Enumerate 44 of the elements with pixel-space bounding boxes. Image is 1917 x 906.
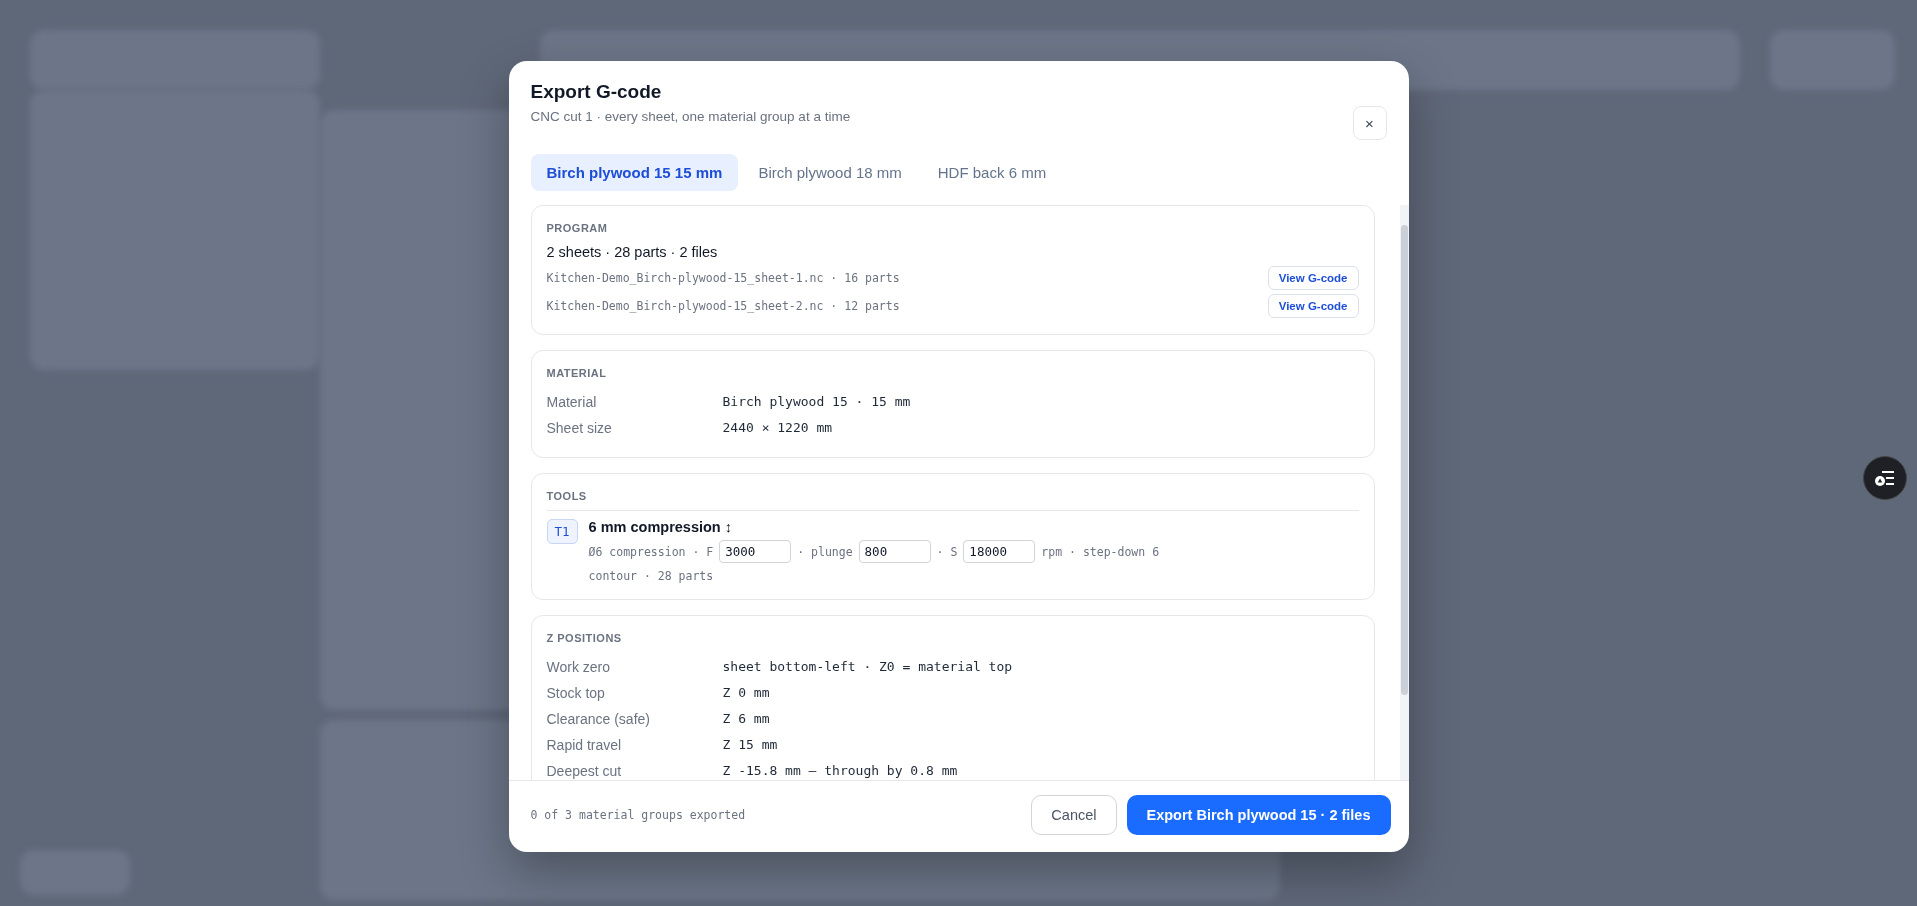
- field-value: Birch plywood 15 · 15 mm: [722, 394, 912, 410]
- material-tab[interactable]: Birch plywood 15 15 mm: [530, 154, 739, 191]
- material-tab[interactable]: HDF back 6 mm: [921, 154, 1063, 191]
- field-value: Z 15 mm: [722, 737, 779, 753]
- field-value: sheet bottom-left · Z0 = material top: [722, 659, 1014, 675]
- field-value: Z 6 mm: [722, 711, 771, 727]
- parameter-text: · plunge: [797, 544, 853, 559]
- file-name: Kitchen-Demo_Birch-plywood-15_sheet-2.nc · 12 parts: [546, 299, 900, 313]
- field-value: Z 0 mm: [722, 685, 771, 701]
- dialog-title: Export G-code: [530, 81, 663, 103]
- tool-name: 6 mm compression ↕: [588, 519, 733, 535]
- cancel-button[interactable]: Cancel: [1031, 795, 1117, 835]
- file-name: Kitchen-Demo_Birch-plywood-15_sheet-1.nc · 16 parts: [546, 271, 900, 285]
- section-heading: TOOLS: [546, 490, 588, 502]
- section-heading: Z POSITIONS: [546, 632, 623, 644]
- material-tab[interactable]: Birch plywood 18 mm: [742, 154, 918, 191]
- parameter-input[interactable]: 18000: [963, 540, 1036, 563]
- parameter-text: · S: [936, 544, 958, 559]
- field-label: Stock top: [546, 685, 606, 701]
- section-heading: PROGRAM: [546, 222, 609, 234]
- view-gcode-button[interactable]: View G-code: [1267, 294, 1359, 318]
- parameter-input[interactable]: 3000: [719, 540, 792, 563]
- field-label: Deepest cut: [546, 763, 623, 779]
- scrollbar-thumb[interactable]: [1400, 225, 1408, 695]
- parameter-input[interactable]: 800: [858, 540, 931, 563]
- field-label: Sheet size: [546, 420, 613, 436]
- list-icon: [1874, 469, 1896, 487]
- view-gcode-button[interactable]: View G-code: [1267, 266, 1359, 290]
- section-heading: MATERIAL: [546, 367, 608, 379]
- parameter-text: rpm · step-down 6: [1041, 544, 1160, 559]
- field-label: Work zero: [546, 659, 612, 675]
- field-value: 2440 × 1220 mm: [722, 420, 834, 436]
- close-button[interactable]: ×: [1352, 106, 1387, 140]
- field-label: Material: [546, 394, 598, 410]
- export-button[interactable]: Export Birch plywood 15 · 2 files: [1126, 795, 1391, 835]
- field-label: Clearance (safe): [546, 711, 651, 727]
- tool-number-badge: T1: [546, 519, 578, 544]
- field-value: Z -15.8 mm — through by 0.8 mm: [722, 763, 959, 779]
- dialog-subtitle: CNC cut 1 · every sheet, one material group at a time: [530, 109, 851, 124]
- parameter-text: Ø6 compression · F: [588, 544, 714, 559]
- export-status: 0 of 3 material groups exported: [530, 808, 746, 822]
- program-summary: 2 sheets · 28 parts · 2 files: [546, 244, 719, 260]
- tool-detail: contour · 28 parts: [588, 569, 715, 583]
- field-label: Rapid travel: [546, 737, 623, 753]
